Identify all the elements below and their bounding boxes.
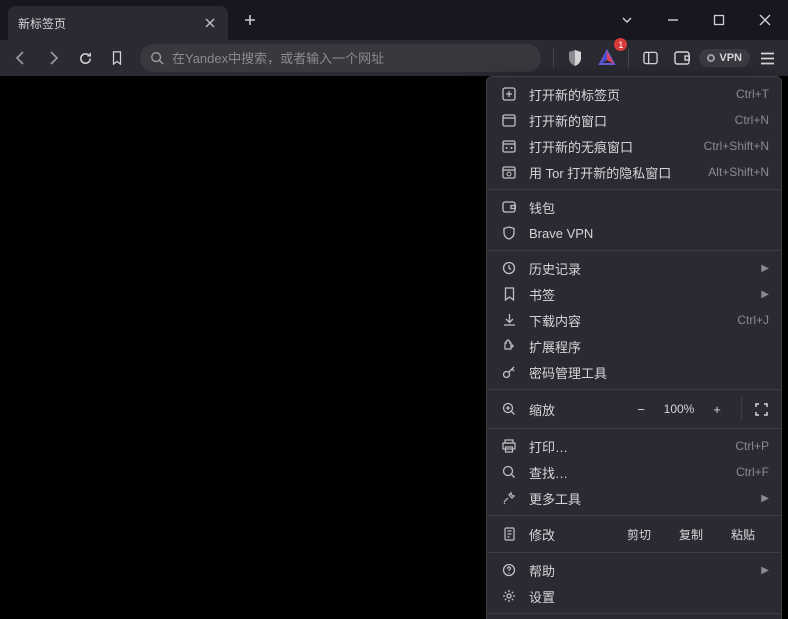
vpn-button[interactable]: VPN xyxy=(699,49,750,67)
menu-find[interactable]: 查找… Ctrl+F xyxy=(487,459,781,485)
menu-new-tab[interactable]: 打开新的标签页 Ctrl+T xyxy=(487,81,781,107)
menu-edit: 修改 剪切 复制 粘贴 xyxy=(487,520,781,548)
zoom-value: 100% xyxy=(655,402,703,416)
window-controls xyxy=(604,0,788,40)
window-maximize-button[interactable] xyxy=(696,0,742,40)
bookmark-button[interactable] xyxy=(102,43,132,73)
shield-icon xyxy=(499,223,519,243)
menu-more-tools[interactable]: 更多工具 ▶ xyxy=(487,485,781,511)
rewards-button[interactable]: 1 xyxy=(592,43,622,73)
menu-wallet[interactable]: 钱包 xyxy=(487,194,781,220)
menu-separator xyxy=(487,613,781,614)
menu-new-window[interactable]: 打开新的窗口 Ctrl+N xyxy=(487,107,781,133)
menu-separator xyxy=(487,552,781,553)
menu-separator xyxy=(487,250,781,251)
menu-print[interactable]: 打印… Ctrl+P xyxy=(487,433,781,459)
new-tab-icon xyxy=(499,84,519,104)
zoom-out-button[interactable]: − xyxy=(627,397,655,421)
shields-button[interactable] xyxy=(560,43,590,73)
edit-icon xyxy=(499,524,519,544)
search-icon xyxy=(499,462,519,482)
menu-history[interactable]: 历史记录 ▶ xyxy=(487,255,781,281)
incognito-icon xyxy=(499,136,519,156)
window-icon xyxy=(499,110,519,130)
menu-settings[interactable]: 设置 xyxy=(487,583,781,609)
paste-button[interactable]: 粘贴 xyxy=(717,523,769,546)
history-icon xyxy=(499,258,519,278)
zoom-in-button[interactable]: + xyxy=(703,397,731,421)
submenu-arrow-icon: ▶ xyxy=(761,565,769,576)
toolbar-divider xyxy=(628,48,629,68)
submenu-arrow-icon: ▶ xyxy=(761,263,769,274)
menu-extensions[interactable]: 扩展程序 xyxy=(487,333,781,359)
gear-icon xyxy=(499,586,519,606)
cut-button[interactable]: 剪切 xyxy=(613,523,665,546)
bookmark-icon xyxy=(499,284,519,304)
toolbar-divider xyxy=(553,48,554,68)
puzzle-icon xyxy=(499,336,519,356)
forward-button[interactable] xyxy=(38,43,68,73)
address-bar[interactable] xyxy=(140,44,541,72)
menu-new-incognito[interactable]: 打开新的无痕窗口 Ctrl+Shift+N xyxy=(487,133,781,159)
sidebar-toggle-button[interactable] xyxy=(635,43,665,73)
app-menu-button[interactable] xyxy=(752,43,782,73)
menu-downloads[interactable]: 下载内容 Ctrl+J xyxy=(487,307,781,333)
menu-help[interactable]: 帮助 ▶ xyxy=(487,557,781,583)
rewards-badge: 1 xyxy=(614,38,627,51)
help-icon xyxy=(499,560,519,580)
submenu-arrow-icon: ▶ xyxy=(761,493,769,504)
fullscreen-button[interactable] xyxy=(741,397,769,421)
tab-active[interactable]: 新标签页 xyxy=(8,6,228,40)
window-close-button[interactable] xyxy=(742,0,788,40)
print-icon xyxy=(499,436,519,456)
menu-brave-vpn[interactable]: Brave VPN xyxy=(487,220,781,246)
menu-new-tor[interactable]: 用 Tor 打开新的隐私窗口 Alt+Shift+N xyxy=(487,159,781,185)
window-minimize-button[interactable] xyxy=(650,0,696,40)
zoom-icon xyxy=(499,399,519,419)
menu-passwords[interactable]: 密码管理工具 xyxy=(487,359,781,385)
browser-window: 新标签页 xyxy=(0,0,788,619)
wallet-toolbar-button[interactable] xyxy=(667,43,697,73)
tor-icon xyxy=(499,162,519,182)
search-icon xyxy=(150,51,164,65)
toolbar-right: 1 VPN xyxy=(549,43,782,73)
vpn-status-dot-icon xyxy=(707,54,715,62)
key-icon xyxy=(499,362,519,382)
tab-close-button[interactable] xyxy=(202,15,218,31)
menu-separator xyxy=(487,515,781,516)
menu-bookmarks[interactable]: 书签 ▶ xyxy=(487,281,781,307)
address-input[interactable] xyxy=(172,51,531,66)
submenu-arrow-icon: ▶ xyxy=(761,289,769,300)
window-dropdown-button[interactable] xyxy=(604,0,650,40)
tools-icon xyxy=(499,488,519,508)
menu-separator xyxy=(487,189,781,190)
download-icon xyxy=(499,310,519,330)
back-button[interactable] xyxy=(6,43,36,73)
menu-separator xyxy=(487,389,781,390)
menu-zoom: 缩放 − 100% + xyxy=(487,394,781,424)
tab-title: 新标签页 xyxy=(18,15,66,32)
app-menu: 打开新的标签页 Ctrl+T 打开新的窗口 Ctrl+N 打开新的无痕窗口 Ct… xyxy=(486,76,782,619)
reload-button[interactable] xyxy=(70,43,100,73)
wallet-icon xyxy=(499,197,519,217)
titlebar: 新标签页 xyxy=(0,0,788,40)
new-tab-button[interactable] xyxy=(236,6,264,34)
copy-button[interactable]: 复制 xyxy=(665,523,717,546)
menu-separator xyxy=(487,428,781,429)
vpn-label: VPN xyxy=(719,52,742,64)
toolbar: 1 VPN xyxy=(0,40,788,76)
